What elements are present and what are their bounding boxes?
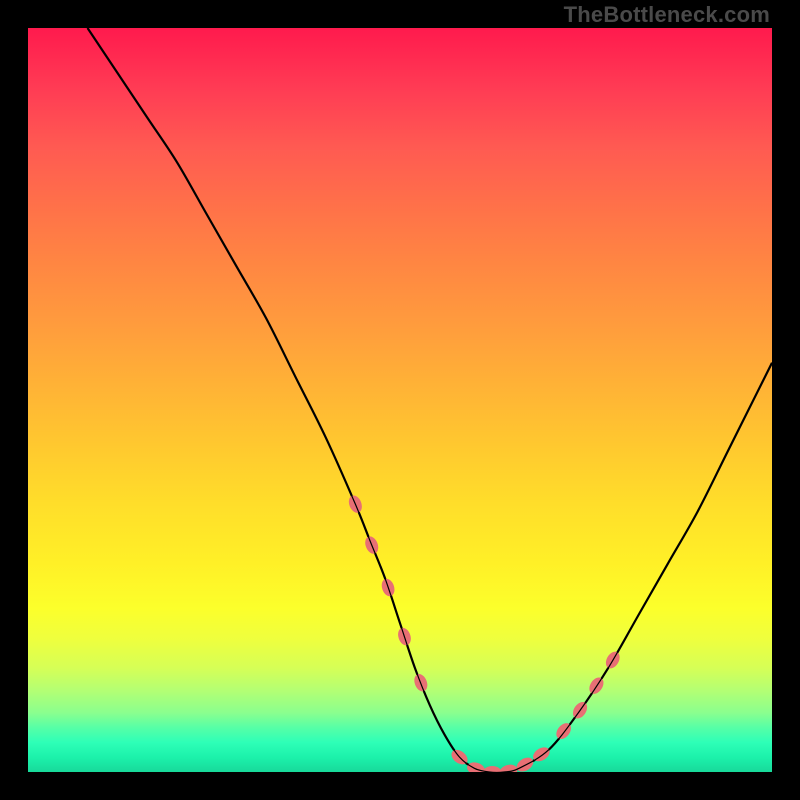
watermark-source: TheBottleneck.com [564,2,770,28]
chart-frame [28,28,772,772]
chart-gradient-background [28,28,772,772]
